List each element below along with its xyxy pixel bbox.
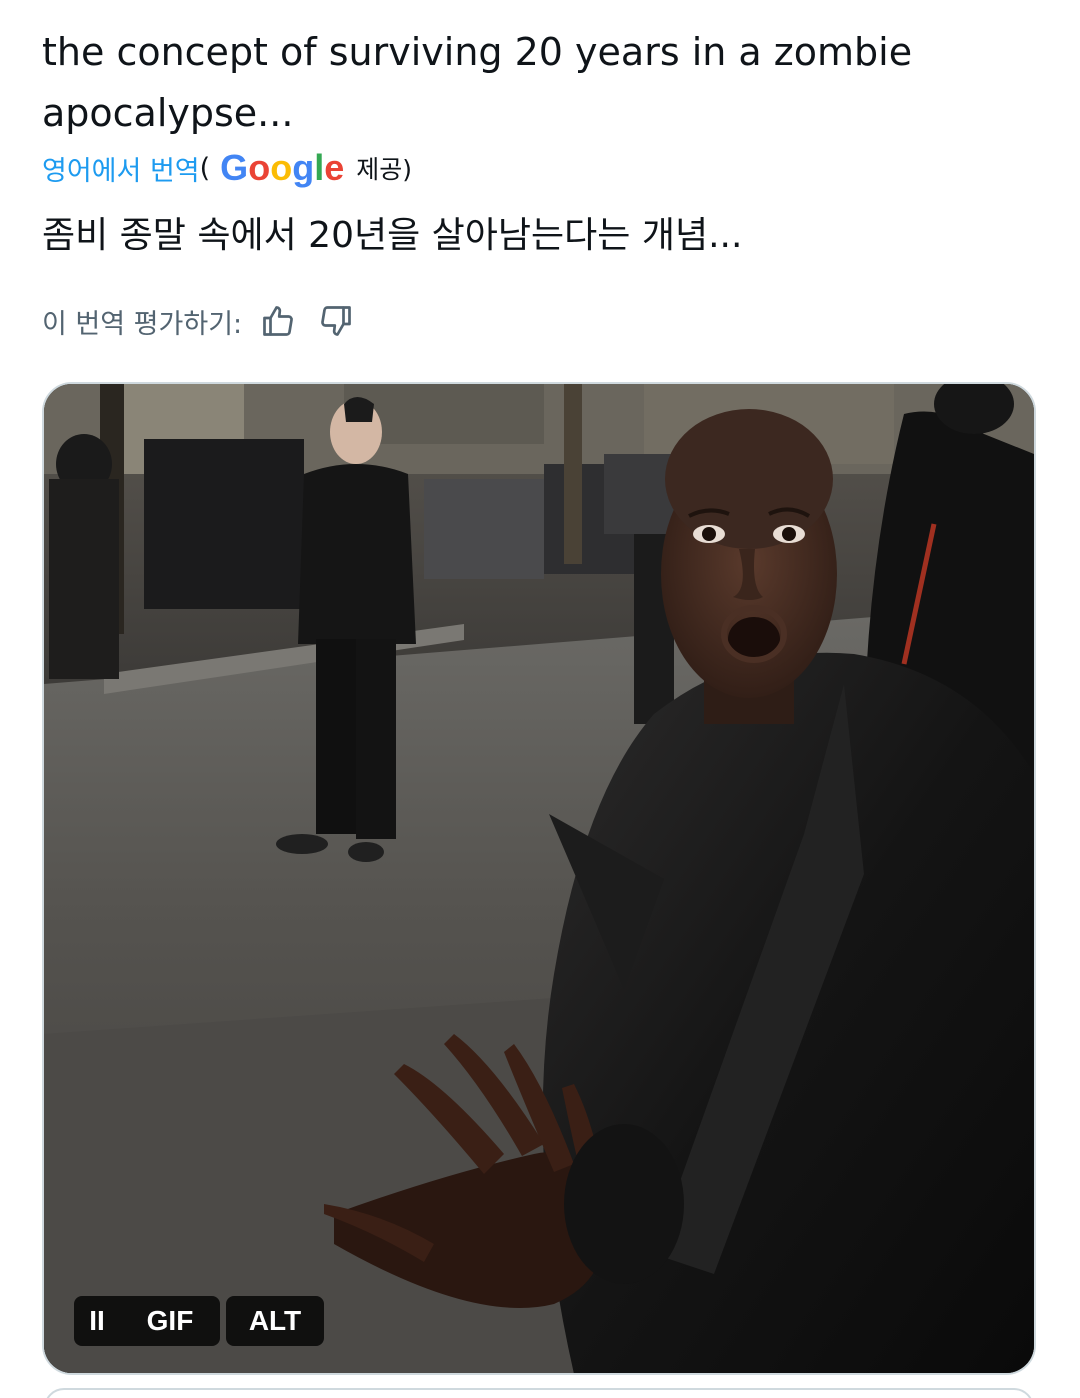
- thumbs-down-button[interactable]: [316, 301, 356, 341]
- thumbs-up-button[interactable]: [258, 301, 298, 341]
- thumbs-up-icon: [263, 306, 294, 336]
- tweet: the concept of surviving 20 years in a z…: [0, 0, 1080, 1398]
- rate-translation-label: 이 번역 평가하기:: [42, 308, 243, 340]
- thumbs-down-icon: [321, 306, 352, 336]
- translated-text: 좀비 종말 속에서 20년을 살아남는다는 개념...: [42, 215, 743, 256]
- pause-button[interactable]: II: [74, 1296, 120, 1346]
- google-logo: Google: [220, 147, 345, 188]
- tweet-media-gif[interactable]: II GIF ALT: [42, 382, 1036, 1375]
- tweet-text: the concept of surviving 20 years in a z…: [42, 30, 913, 135]
- translation-attribution: 영어에서 번역 ( Google 제공): [42, 146, 412, 190]
- gif-frame-image: [44, 384, 1034, 1373]
- gif-badge: GIF: [120, 1296, 220, 1346]
- alt-text-button[interactable]: ALT: [226, 1296, 324, 1346]
- paren-open: (: [199, 152, 211, 184]
- rate-translation: 이 번역 평가하기:: [42, 298, 356, 344]
- pause-icon: II: [89, 1305, 105, 1336]
- provided-by-label: 제공): [356, 155, 412, 184]
- translated-from-link[interactable]: 영어에서 번역: [42, 149, 200, 188]
- next-card-edge: [44, 1388, 1034, 1398]
- media-controls: II GIF ALT: [74, 1296, 324, 1346]
